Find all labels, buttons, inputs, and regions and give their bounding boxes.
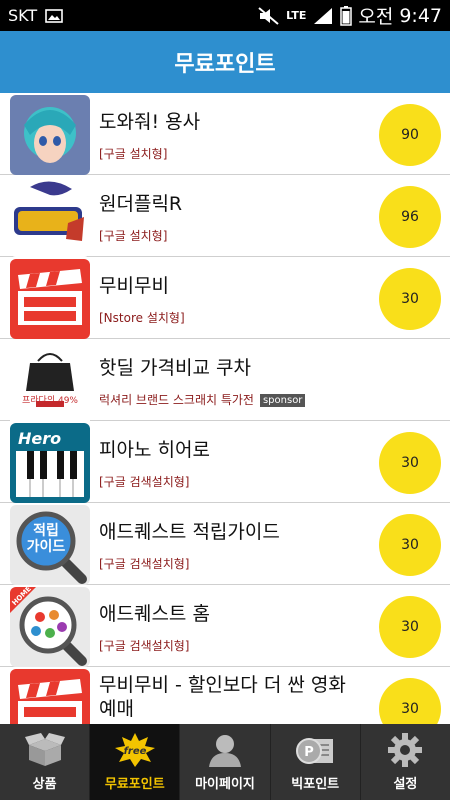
list-item[interactable]: 원더플릭R [구글 설치형] 96 <box>0 175 450 257</box>
points-badge[interactable]: 30 <box>379 268 441 330</box>
person-icon <box>209 735 241 767</box>
install-type: [구글 설치형] <box>99 229 168 243</box>
nav-label: 설정 <box>393 777 418 792</box>
app-title: 원더플릭R <box>99 193 183 215</box>
app-title: 애드퀘스트 적립가이드 <box>99 521 280 543</box>
app-title: 피아노 히어로 <box>99 439 210 461</box>
list-item[interactable]: 도와줘! 용사 [구글 설치형] 90 <box>0 93 450 175</box>
points-badge[interactable]: 96 <box>379 186 441 248</box>
nav-item-bigpoint[interactable]: P 빅포인트 <box>271 724 361 800</box>
points-icon: P <box>296 738 334 764</box>
magnifier-icon: 적립 가이드 <box>10 505 90 585</box>
nav-label: 상품 <box>32 777 57 792</box>
points-badge[interactable]: 30 <box>379 678 441 724</box>
install-type: [구글 설치형] <box>99 147 168 161</box>
app-title: 무비무비 <box>99 275 169 297</box>
points-badge[interactable]: 30 <box>379 514 441 576</box>
ad-text: 프라다의 49% <box>22 396 78 406</box>
handbag-ad-icon: 프라다의 49% <box>10 341 90 421</box>
app-title: 애드퀘스트 홈 <box>99 603 210 625</box>
anime-girl-icon <box>10 95 90 175</box>
install-type: [구글 검색설치형] <box>99 475 190 489</box>
install-type: [구글 검색설치형] <box>99 557 190 571</box>
sponsor-caption: 럭셔리 브랜드 스크래치 특가전 <box>99 393 254 407</box>
points-badge[interactable]: 90 <box>379 104 441 166</box>
page-title: 무료포인트 <box>174 52 276 77</box>
movie-clapper-icon <box>10 669 90 724</box>
movie-clapper-icon <box>10 259 90 339</box>
nav-item-settings[interactable]: 설정 <box>361 724 450 800</box>
carrier-label: SKT <box>8 6 38 25</box>
status-bar: SKT LTE 오전 9:47 <box>0 0 450 31</box>
list-item[interactable]: Hero 피아노 히어로 [구글 검색설치형] 30 <box>0 421 450 503</box>
points-badge[interactable]: 30 <box>379 596 441 658</box>
nav-label: 빅포인트 <box>291 777 340 792</box>
battery-icon <box>340 5 353 26</box>
points-badge[interactable]: 30 <box>379 432 441 494</box>
svg-text:P: P <box>304 745 314 760</box>
wonderflick-logo-icon <box>10 177 90 257</box>
icon-label: 적립 가이드 <box>26 523 66 555</box>
clock: 9:47 <box>399 4 442 27</box>
network-type: LTE <box>286 9 307 22</box>
list-item-sponsored[interactable]: 프라다의 49% 핫딜 가격비교 쿠차 럭셔리 브랜드 스크래치 특가전 spon… <box>0 339 450 421</box>
nav-label: 마이페이지 <box>195 777 255 792</box>
bottom-nav: 상품 free 무료포인트 마이페이지 P 빅포인트 설정 <box>0 724 450 800</box>
ampm-label: 오전 <box>358 6 394 28</box>
app-title: 핫딜 가격비교 쿠차 <box>99 357 251 379</box>
gear-icon <box>388 733 423 767</box>
list-item[interactable]: HOME 애드퀘스트 홈 [구글 검색설치형] 30 <box>0 585 450 667</box>
icon-label: Hero <box>18 429 62 448</box>
install-type: [구글 검색설치형] <box>99 639 190 653</box>
nav-item-mypage[interactable]: 마이페이지 <box>180 724 271 800</box>
svg-text:free: free <box>123 746 146 757</box>
list-item[interactable]: 무비무비 [Nstore 설치형] 30 <box>0 257 450 339</box>
nav-label: 무료포인트 <box>104 777 165 792</box>
magnifier-dots-icon: HOME <box>10 587 90 667</box>
piano-keys-icon: Hero <box>10 423 90 503</box>
free-icon: free <box>114 733 155 767</box>
nav-item-products[interactable]: 상품 <box>0 724 91 800</box>
mute-icon <box>258 6 280 25</box>
app-list[interactable]: 도와줘! 용사 [구글 설치형] 90 원더플릭R [구글 설치형] 96 무비… <box>0 93 450 724</box>
install-type: 럭셔리 브랜드 스크래치 특가전 sponsor <box>99 391 306 408</box>
signal-icon <box>312 7 334 25</box>
page-title-bar: 무료포인트 <box>0 31 450 93</box>
install-type: [Nstore 설치형] <box>99 311 185 325</box>
box-icon <box>24 733 65 766</box>
sponsor-badge: sponsor <box>259 394 306 407</box>
list-item[interactable]: 무비무비 - 할인보다 더 싼 영화 예매 30 <box>0 667 450 724</box>
app-title: 도와줘! 용사 <box>99 111 201 133</box>
gallery-icon <box>45 8 63 24</box>
app-title: 무비무비 - 할인보다 더 싼 영화 예매 <box>99 674 346 720</box>
list-item[interactable]: 적립 가이드 애드퀘스트 적립가이드 [구글 검색설치형] 30 <box>0 503 450 585</box>
nav-item-free-points[interactable]: free 무료포인트 <box>90 724 181 800</box>
